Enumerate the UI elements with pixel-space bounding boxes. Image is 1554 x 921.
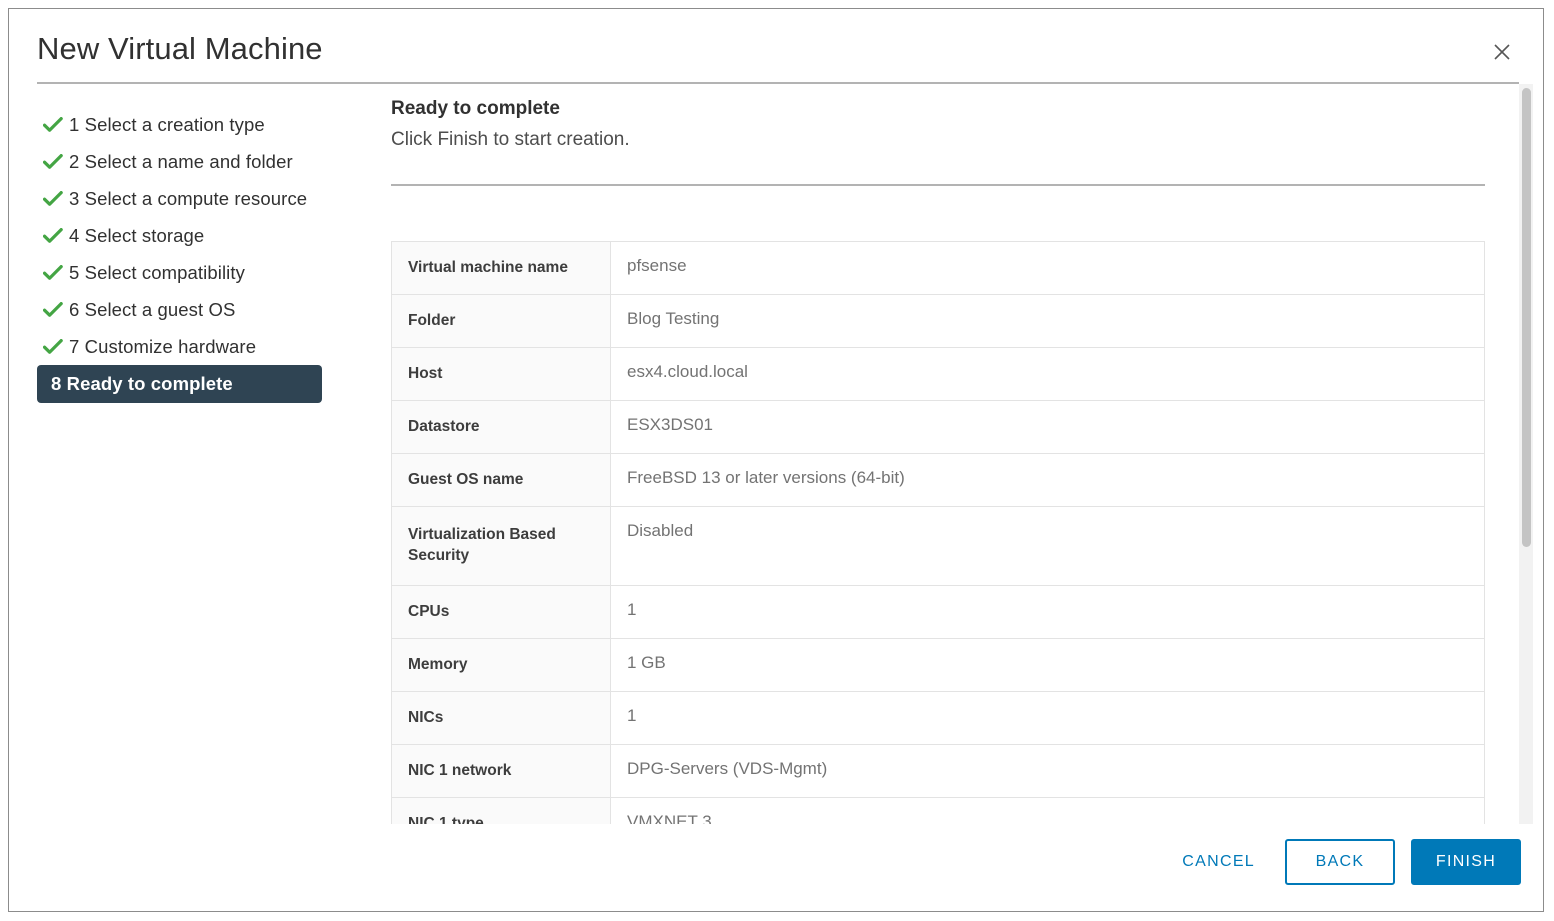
cancel-button[interactable]: CANCEL	[1168, 839, 1269, 885]
pane-divider	[391, 184, 1485, 186]
wizard-step-4[interactable]: 4 Select storage	[37, 217, 369, 254]
page-title: Ready to complete	[391, 98, 560, 120]
check-glyph	[43, 339, 63, 355]
table-row: DatastoreESX3DS01	[392, 401, 1485, 454]
wizard-step-3[interactable]: 3 Select a compute resource	[37, 180, 369, 217]
summary-key: Virtualization Based Security	[392, 507, 611, 586]
wizard-step-7[interactable]: 7 Customize hardware	[37, 328, 369, 365]
finish-button[interactable]: FINISH	[1411, 839, 1521, 885]
step-complete-check-icon	[43, 117, 69, 133]
dialog-body: 1 Select a creation type 2 Select a name …	[9, 84, 1544, 824]
close-icon[interactable]	[1485, 35, 1519, 69]
wizard-step-8[interactable]: 8 Ready to complete	[37, 365, 322, 403]
table-row: NIC 1 networkDPG-Servers (VDS-Mgmt)	[392, 745, 1485, 798]
wizard-step-label: 1 Select a creation type	[69, 114, 265, 136]
ready-to-complete-pane: Ready to complete Click Finish to start …	[383, 84, 1544, 824]
wizard-step-label: 3 Select a compute resource	[69, 188, 307, 210]
summary-value: esx4.cloud.local	[611, 348, 1485, 401]
wizard-step-label: 7 Customize hardware	[69, 336, 256, 358]
table-row: Virtual machine namepfsense	[392, 242, 1485, 295]
summary-key: Host	[392, 348, 611, 401]
check-glyph	[43, 154, 63, 170]
table-row: Virtualization Based SecurityDisabled	[392, 507, 1485, 586]
summary-value: ESX3DS01	[611, 401, 1485, 454]
content-scrollbar-thumb[interactable]	[1522, 88, 1531, 547]
summary-key: NIC 1 type	[392, 798, 611, 825]
summary-key: NIC 1 network	[392, 745, 611, 798]
step-complete-check-icon	[43, 339, 69, 355]
table-row: Guest OS nameFreeBSD 13 or later version…	[392, 454, 1485, 507]
summary-key: Virtual machine name	[392, 242, 611, 295]
step-complete-check-icon	[43, 154, 69, 170]
table-row: NICs1	[392, 692, 1485, 745]
step-complete-check-icon	[43, 302, 69, 318]
dialog-footer: CANCEL BACK FINISH	[9, 823, 1544, 911]
table-row: Hostesx4.cloud.local	[392, 348, 1485, 401]
wizard-step-label: 4 Select storage	[69, 225, 204, 247]
dialog-title: New Virtual Machine	[37, 31, 323, 67]
check-glyph	[43, 117, 63, 133]
check-glyph	[43, 265, 63, 281]
wizard-step-label: 6 Select a guest OS	[69, 299, 235, 321]
summary-value: DPG-Servers (VDS-Mgmt)	[611, 745, 1485, 798]
close-glyph	[1492, 42, 1512, 62]
step-complete-check-icon	[43, 191, 69, 207]
back-button[interactable]: BACK	[1285, 839, 1395, 885]
new-virtual-machine-dialog: New Virtual Machine 1 Select a creation …	[8, 8, 1544, 912]
summary-value: Blog Testing	[611, 295, 1485, 348]
check-glyph	[43, 191, 63, 207]
wizard-step-1[interactable]: 1 Select a creation type	[37, 106, 369, 143]
summary-value: FreeBSD 13 or later versions (64-bit)	[611, 454, 1485, 507]
page-subtitle: Click Finish to start creation.	[391, 129, 630, 151]
check-glyph	[43, 302, 63, 318]
summary-value: VMXNET 3	[611, 798, 1485, 825]
summary-key: CPUs	[392, 586, 611, 639]
step-complete-check-icon	[43, 228, 69, 244]
wizard-step-list: 1 Select a creation type 2 Select a name …	[9, 84, 369, 403]
wizard-step-label: 8 Ready to complete	[37, 373, 233, 395]
summary-key: Memory	[392, 639, 611, 692]
summary-key: Guest OS name	[392, 454, 611, 507]
summary-key: Folder	[392, 295, 611, 348]
wizard-step-6[interactable]: 6 Select a guest OS	[37, 291, 369, 328]
check-glyph	[43, 228, 63, 244]
wizard-step-5[interactable]: 5 Select compatibility	[37, 254, 369, 291]
summary-value: Disabled	[611, 507, 1485, 586]
summary-value: 1	[611, 692, 1485, 745]
summary-value: 1 GB	[611, 639, 1485, 692]
summary-value: 1	[611, 586, 1485, 639]
footer-button-group: CANCEL BACK FINISH	[1168, 839, 1521, 885]
wizard-step-2[interactable]: 2 Select a name and folder	[37, 143, 369, 180]
summary-key: NICs	[392, 692, 611, 745]
step-complete-check-icon	[43, 265, 69, 281]
wizard-step-label: 2 Select a name and folder	[69, 151, 293, 173]
summary-key: Datastore	[392, 401, 611, 454]
content-scrollbar-track[interactable]	[1519, 84, 1533, 824]
wizard-step-label: 5 Select compatibility	[69, 262, 245, 284]
dialog-header: New Virtual Machine	[9, 9, 1543, 83]
vm-summary-table: Virtual machine namepfsenseFolderBlog Te…	[391, 241, 1485, 824]
table-row: NIC 1 typeVMXNET 3	[392, 798, 1485, 825]
table-row: FolderBlog Testing	[392, 295, 1485, 348]
table-row: CPUs1	[392, 586, 1485, 639]
summary-value: pfsense	[611, 242, 1485, 295]
table-row: Memory1 GB	[392, 639, 1485, 692]
